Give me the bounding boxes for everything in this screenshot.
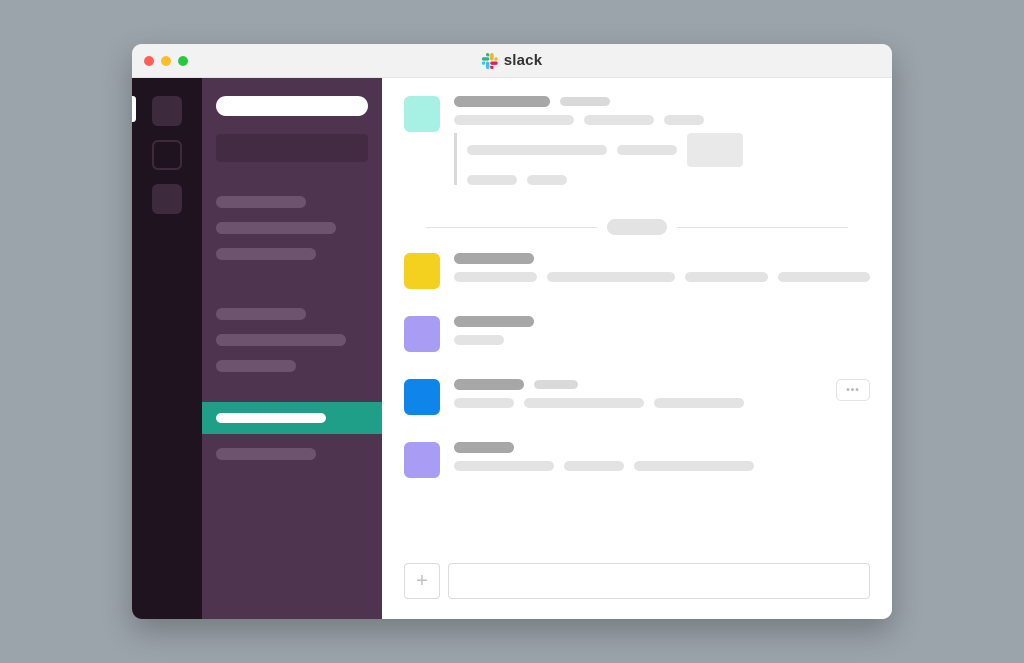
sidebar [202, 78, 382, 619]
timestamp [534, 380, 578, 389]
sidebar-item[interactable] [216, 196, 306, 208]
message-text-fragment [454, 272, 537, 282]
message-body [454, 253, 870, 290]
message-body [454, 96, 870, 193]
message-row[interactable] [404, 316, 870, 353]
message-text-fragment [664, 115, 704, 125]
workspace-rail [132, 78, 202, 619]
date-pill [607, 219, 667, 235]
message-actions-button[interactable]: ••• [836, 379, 870, 401]
sender-name[interactable] [454, 316, 534, 327]
active-workspace-indicator [132, 96, 136, 122]
sender-name[interactable] [454, 442, 514, 453]
message-text-fragment [685, 272, 768, 282]
sidebar-item-active[interactable] [202, 402, 382, 434]
quoted-reply [454, 133, 870, 185]
sender-name[interactable] [454, 253, 534, 264]
sidebar-item[interactable] [216, 222, 336, 234]
avatar[interactable] [404, 96, 440, 132]
message-text-fragment [454, 398, 514, 408]
titlebar: slack [132, 44, 892, 78]
attach-button[interactable]: + [404, 563, 440, 599]
workspace-header[interactable] [216, 96, 368, 116]
plus-icon: + [416, 570, 428, 593]
date-divider [426, 219, 848, 235]
sidebar-item[interactable] [216, 308, 306, 320]
message-row[interactable] [404, 442, 870, 479]
brand-text: slack [504, 52, 543, 69]
workspace-switcher-item[interactable] [152, 96, 182, 126]
avatar[interactable] [404, 379, 440, 415]
sidebar-search-block[interactable] [216, 134, 368, 162]
message-text-fragment [634, 461, 754, 471]
window-controls[interactable] [144, 56, 188, 66]
message-text-fragment [584, 115, 654, 125]
sidebar-item[interactable] [216, 360, 296, 372]
sidebar-item[interactable] [216, 448, 316, 460]
app-brand: slack [482, 52, 543, 69]
message-text-fragment [524, 398, 644, 408]
sidebar-group-3 [202, 434, 382, 474]
message-row[interactable] [404, 96, 870, 193]
slack-logo-icon [482, 53, 498, 69]
sidebar-group-2 [202, 294, 382, 386]
message-input[interactable] [448, 563, 870, 599]
workspace-switcher-item[interactable] [152, 184, 182, 214]
composer: + [404, 563, 870, 603]
message-body [454, 442, 870, 479]
window-dot[interactable] [161, 56, 171, 66]
sender-name[interactable] [454, 96, 550, 107]
timestamp [560, 97, 610, 106]
attachment-thumbnail[interactable] [687, 133, 743, 167]
message-row[interactable] [404, 253, 870, 290]
message-text-fragment [454, 115, 574, 125]
window-dot[interactable] [178, 56, 188, 66]
message-text-fragment [564, 461, 624, 471]
window-dot[interactable] [144, 56, 154, 66]
main-pane: ••• + [382, 78, 892, 619]
sidebar-group-1 [202, 182, 382, 274]
message-list: ••• [382, 78, 892, 553]
sender-name[interactable] [454, 379, 524, 390]
message-text-fragment [547, 272, 676, 282]
avatar[interactable] [404, 316, 440, 352]
message-body [454, 316, 870, 353]
workspace-switcher-item[interactable] [152, 140, 182, 170]
message-text-fragment [654, 398, 744, 408]
message-body: ••• [454, 379, 870, 416]
sidebar-item[interactable] [216, 334, 346, 346]
message-text-fragment [778, 272, 870, 282]
message-text-fragment [454, 461, 554, 471]
message-text-fragment [454, 335, 504, 345]
sidebar-item[interactable] [216, 248, 316, 260]
message-row[interactable]: ••• [404, 379, 870, 416]
sidebar-active-label [216, 413, 326, 423]
avatar[interactable] [404, 253, 440, 289]
avatar[interactable] [404, 442, 440, 478]
app-window: slack ••• + [132, 44, 892, 619]
content: ••• + [132, 78, 892, 619]
